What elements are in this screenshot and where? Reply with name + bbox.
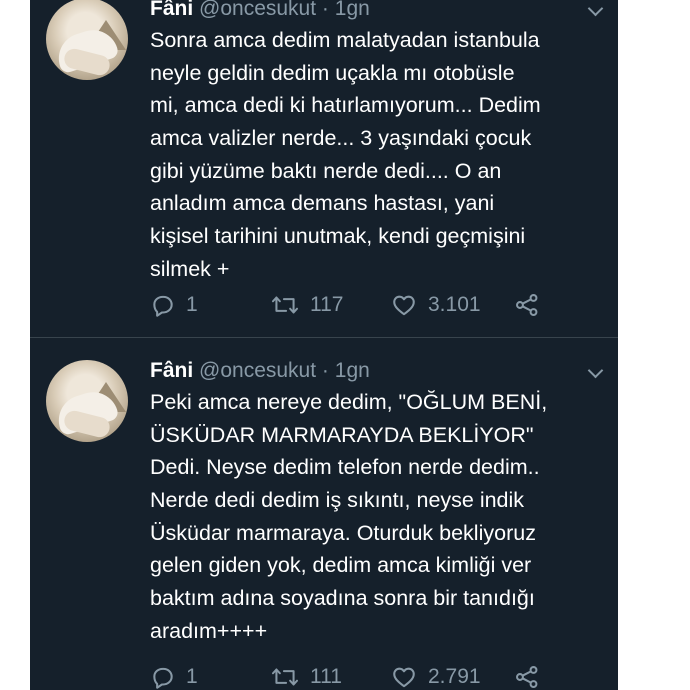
reply-icon xyxy=(153,295,173,317)
like-count: 2.791 xyxy=(428,665,481,688)
tweet-text-line: silmek + xyxy=(150,256,230,281)
tweet-text-line: gibi yüzüme baktı nerde dedi.... O an xyxy=(150,158,502,183)
user-handle[interactable]: @oncesukut xyxy=(199,0,316,20)
tweet-feed: Fâni @oncesukut · 1gn Sonra amca dedim m… xyxy=(30,0,618,690)
avatar[interactable] xyxy=(46,0,128,80)
share-icon xyxy=(516,666,538,688)
tweet-text: Peki amca nereye dedim, "OĞLUM BENİ, ÜSK… xyxy=(150,386,605,648)
tweet-text-line: aradım++++ xyxy=(150,618,268,643)
separator-dot: · xyxy=(321,359,329,382)
tweet-text-line: baktım adına soyadına sonra bir tanıdığı xyxy=(150,586,535,611)
display-name[interactable]: Fâni xyxy=(150,359,193,382)
share-icon xyxy=(516,294,538,316)
display-name[interactable]: Fâni xyxy=(150,0,193,20)
retweet-count: 111 xyxy=(310,665,342,688)
timestamp[interactable]: 1gn xyxy=(335,0,370,20)
tweet-text-line: neyle geldin dedim uçakla mı otobüsle xyxy=(150,60,515,85)
tweet-text-line: kişisel tarihini unutmak, kendi geçmişin… xyxy=(150,224,526,249)
like-button[interactable]: 3.101 xyxy=(390,290,481,320)
tweet-text-line: Dedi. Neyse dedim telefon nerde dedim.. xyxy=(150,455,540,480)
user-handle[interactable]: @oncesukut xyxy=(199,359,316,382)
tweet-text: Sonra amca dedim malatyadan istanbula ne… xyxy=(150,24,605,286)
tweet-content: Fâni @oncesukut · 1gn Peki amca nereye d… xyxy=(150,356,605,648)
tweet-text-line: gelen giden yok, dedim amca kimliği ver xyxy=(150,553,532,578)
like-count: 3.101 xyxy=(428,293,481,316)
tweet-text-line: ÜSKÜDAR MARMARAYDA BEKLİYOR" xyxy=(150,422,534,447)
chevron-down-icon[interactable] xyxy=(587,362,604,379)
tweet-divider xyxy=(30,337,618,338)
chevron-down-icon[interactable] xyxy=(587,0,604,17)
retweet-button[interactable]: 111 xyxy=(270,662,342,690)
tweet-text-line: amca valizler nerde... 3 yaşındaki çocuk xyxy=(150,126,532,151)
tweet-content: Fâni @oncesukut · 1gn Sonra amca dedim m… xyxy=(150,0,605,286)
retweet-count: 117 xyxy=(310,293,344,316)
tweet-header: Fâni @oncesukut · 1gn xyxy=(150,0,605,24)
retweet-icon xyxy=(271,296,299,314)
reply-count: 1 xyxy=(186,665,198,688)
tweet-text-line: Nerde dedi dedim iş sıkıntı, neyse indik xyxy=(150,488,525,513)
reply-button[interactable]: 1 xyxy=(150,290,198,320)
tweet-actions: 1 111 2.791 xyxy=(150,662,605,690)
tweet-text-line: mi, amca dedi ki hatırlamıyorum... Dedim xyxy=(150,93,541,118)
retweet-button[interactable]: 117 xyxy=(270,290,343,320)
reply-button[interactable]: 1 xyxy=(150,662,198,690)
share-button[interactable] xyxy=(513,662,541,690)
share-button[interactable] xyxy=(513,290,541,320)
tweet-actions: 1 117 3.101 xyxy=(150,290,605,320)
reply-icon xyxy=(153,667,173,689)
separator-dot: · xyxy=(321,0,329,20)
heart-icon xyxy=(393,667,415,688)
timestamp[interactable]: 1gn xyxy=(335,359,370,382)
retweet-icon xyxy=(271,668,299,686)
reply-count: 1 xyxy=(186,293,198,316)
tweet-text-line: Sonra amca dedim malatyadan istanbula xyxy=(150,28,540,52)
tweet-header: Fâni @oncesukut · 1gn xyxy=(150,356,605,386)
tweet-text-line: anladım amca demans hastası, yani xyxy=(150,191,495,216)
like-button[interactable]: 2.791 xyxy=(390,662,481,690)
tweet-text-line: Peki amca nereye dedim, "OĞLUM BENİ, xyxy=(150,390,548,414)
tweet-text-line: Üsküdar marmaraya. Oturduk bekliyoruz xyxy=(150,520,536,545)
heart-icon xyxy=(393,295,415,316)
avatar[interactable] xyxy=(46,360,128,442)
